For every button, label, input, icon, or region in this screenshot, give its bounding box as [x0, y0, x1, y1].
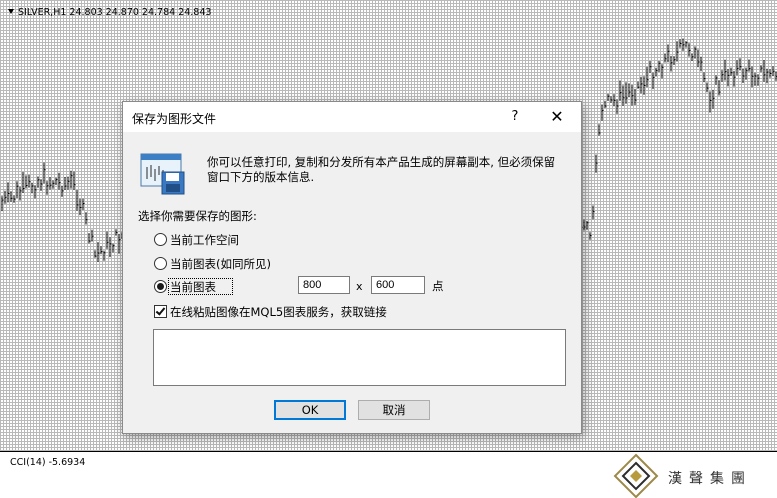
watermark-text: 漢聲集團 — [668, 471, 752, 487]
radio-workspace[interactable] — [154, 233, 167, 246]
indicator-title: CCI(14) -5.6934 — [10, 457, 86, 468]
upload-label[interactable]: 在线粘贴图像在MQL5图表服务，获取链接 — [170, 304, 387, 320]
select-label: 选择你需要保存的图形: — [138, 209, 257, 223]
help-button[interactable]: ? — [508, 109, 522, 124]
height-input[interactable] — [371, 276, 425, 294]
chart-header: SILVER,H1 24.803 24.870 24.784 24.843 — [8, 7, 211, 18]
radio-workspace-label[interactable]: 当前工作空间 — [170, 232, 239, 248]
radio-current-chart-size-label[interactable]: 当前图表 — [170, 279, 216, 295]
upload-checkbox[interactable] — [154, 305, 167, 318]
close-button[interactable]: ✕ — [543, 106, 571, 128]
save-as-picture-dialog: 保存为图形文件 ? ✕ 你可以任意打印, 复制和分发所有本产品生成的屏幕副本, … — [122, 101, 582, 434]
dialog-titlebar[interactable]: 保存为图形文件 ? ✕ — [123, 102, 581, 132]
link-textarea[interactable] — [153, 329, 566, 386]
unit-label: 点 — [432, 279, 444, 293]
radio-current-chart-size[interactable] — [154, 280, 167, 293]
radio-current-chart-as-is[interactable] — [154, 257, 167, 270]
save-chart-icon — [140, 153, 185, 195]
ok-button[interactable]: OK — [274, 400, 346, 420]
width-input[interactable] — [298, 276, 350, 294]
collapse-triangle-icon[interactable] — [8, 9, 14, 14]
dialog-title: 保存为图形文件 — [132, 112, 217, 126]
cancel-button[interactable]: 取消 — [358, 400, 430, 420]
chart-header-text: SILVER,H1 24.803 24.870 24.784 24.843 — [18, 7, 212, 18]
radio-current-chart-as-is-label[interactable]: 当前图表(如同所见) — [170, 256, 271, 272]
dialog-description: 你可以任意打印, 复制和分发所有本产品生成的屏幕副本, 但必须保留窗口下方的版本… — [207, 155, 556, 184]
times-label: x — [356, 280, 363, 293]
